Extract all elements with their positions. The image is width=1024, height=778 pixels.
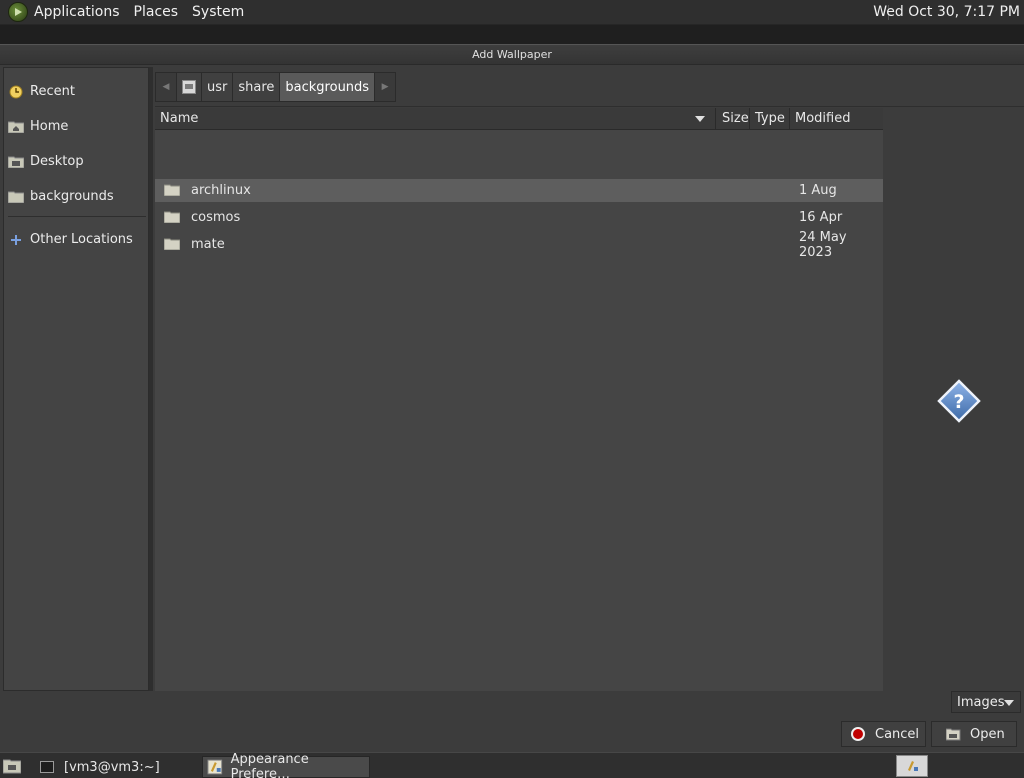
open-button[interactable]: Open bbox=[931, 721, 1017, 747]
tray-appearance-icon[interactable] bbox=[896, 755, 928, 777]
taskbar-item-appearance[interactable]: Appearance Prefere… bbox=[202, 752, 370, 778]
path-segment-backgrounds[interactable]: backgrounds bbox=[279, 72, 376, 102]
recent-icon bbox=[8, 85, 24, 99]
appearance-icon bbox=[908, 761, 918, 771]
chevron-down-icon bbox=[1004, 700, 1014, 706]
folder-icon bbox=[8, 190, 24, 204]
drive-icon bbox=[182, 80, 196, 94]
open-label: Open bbox=[970, 726, 1005, 742]
divider bbox=[155, 106, 1024, 107]
desktop-folder-icon bbox=[8, 155, 24, 169]
column-header-name[interactable]: Name bbox=[155, 108, 716, 130]
file-name: archlinux bbox=[191, 183, 251, 198]
file-list[interactable]: Name Size Type Modified archlinux 1 Aug … bbox=[155, 108, 883, 691]
places-menu[interactable]: Places bbox=[127, 4, 186, 20]
add-wallpaper-dialog: Add Wallpaper Recent Home Desktop backgr… bbox=[0, 44, 1024, 752]
home-folder-icon bbox=[8, 120, 24, 134]
cancel-button[interactable]: Cancel bbox=[841, 721, 926, 747]
column-header-label: Name bbox=[160, 111, 199, 126]
sidebar-separator bbox=[8, 216, 146, 217]
sort-descending-icon bbox=[695, 116, 705, 122]
sidebar-item-recent[interactable]: Recent bbox=[4, 74, 148, 109]
open-folder-icon bbox=[946, 728, 961, 740]
folder-icon bbox=[164, 238, 180, 250]
folder-icon bbox=[164, 211, 180, 223]
filter-label: Images bbox=[957, 694, 1005, 710]
column-header-type[interactable]: Type bbox=[750, 108, 790, 130]
sidebar-item-label: Other Locations bbox=[30, 232, 133, 247]
taskbar-item-terminal[interactable]: [vm3@vm3:~] bbox=[37, 756, 197, 778]
file-modified: 16 Apr bbox=[799, 210, 843, 225]
plus-icon bbox=[8, 233, 24, 247]
sidebar-item-label: Desktop bbox=[30, 154, 84, 169]
taskbar-item-label: Appearance Prefere… bbox=[230, 752, 309, 778]
dialog-title[interactable]: Add Wallpaper bbox=[0, 45, 1024, 65]
column-header-modified[interactable]: Modified bbox=[790, 108, 883, 130]
path-segment-share[interactable]: share bbox=[232, 72, 281, 102]
sidebar-item-other-locations[interactable]: Other Locations bbox=[4, 222, 148, 257]
question-mark-icon: ? bbox=[937, 379, 981, 423]
cancel-label: Cancel bbox=[875, 726, 920, 742]
path-scroll-left-icon[interactable]: ◀ bbox=[155, 72, 177, 102]
places-sidebar: Recent Home Desktop backgrounds Other Lo… bbox=[3, 67, 149, 691]
sidebar-item-label: backgrounds bbox=[30, 189, 114, 204]
file-row-cosmos[interactable]: cosmos 16 Apr bbox=[155, 206, 883, 229]
appearance-icon bbox=[207, 759, 223, 775]
folder-icon bbox=[164, 184, 180, 196]
bottom-panel: [vm3@vm3:~] Appearance Prefere… bbox=[0, 752, 1024, 778]
path-scroll-right-icon[interactable]: ▶ bbox=[374, 72, 397, 102]
file-modified: 24 May 2023 bbox=[799, 229, 847, 260]
desktop-strip bbox=[0, 25, 1024, 44]
path-segment-usr[interactable]: usr bbox=[201, 72, 234, 102]
sidebar-item-desktop[interactable]: Desktop bbox=[4, 144, 148, 179]
file-modified: 1 Aug bbox=[799, 183, 837, 198]
terminal-icon bbox=[40, 761, 54, 773]
sidebar-item-label: Recent bbox=[30, 84, 75, 99]
show-desktop-icon[interactable] bbox=[3, 758, 21, 774]
file-row-mate[interactable]: mate 24 May 2023 bbox=[155, 230, 883, 260]
file-name: mate bbox=[191, 237, 225, 252]
clock[interactable]: Wed Oct 30, 7:17 PM bbox=[873, 4, 1020, 20]
column-header-size[interactable]: Size bbox=[716, 108, 750, 130]
svg-text:?: ? bbox=[953, 391, 964, 413]
taskbar-item-label: [vm3@vm3:~] bbox=[64, 759, 160, 775]
sidebar-item-home[interactable]: Home bbox=[4, 109, 148, 144]
sidebar-item-backgrounds[interactable]: backgrounds bbox=[4, 179, 148, 214]
sidebar-item-label: Home bbox=[30, 119, 69, 134]
file-type-filter-select[interactable]: Images bbox=[951, 691, 1021, 713]
system-menu[interactable]: System bbox=[185, 4, 251, 20]
file-row-archlinux[interactable]: archlinux 1 Aug bbox=[155, 179, 883, 202]
file-name: cosmos bbox=[191, 210, 241, 225]
top-panel: Applications Places System Wed Oct 30, 7… bbox=[0, 0, 1024, 25]
cancel-icon bbox=[851, 727, 865, 741]
path-bar: ◀ usr share backgrounds ▶ bbox=[155, 71, 397, 103]
pane-divider-handle[interactable] bbox=[149, 67, 153, 691]
applications-menu[interactable]: Applications bbox=[28, 4, 127, 20]
mate-logo-icon[interactable] bbox=[8, 2, 28, 22]
path-root-button[interactable] bbox=[176, 72, 202, 102]
